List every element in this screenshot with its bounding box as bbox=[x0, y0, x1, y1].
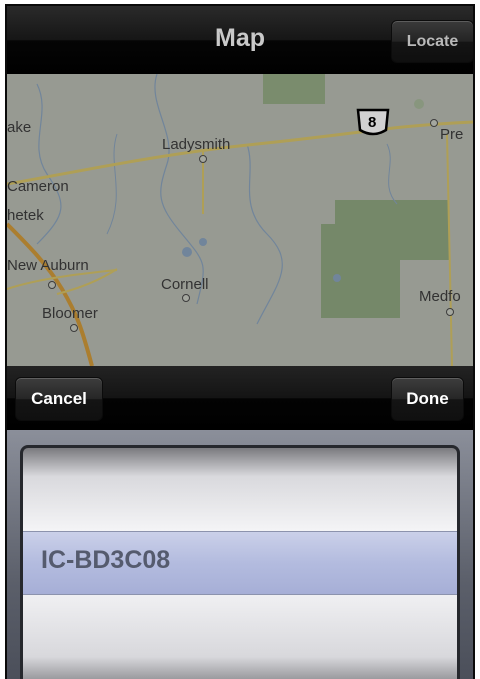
map-view[interactable]: 8 ake Ladysmith Cameron hetek New Auburn… bbox=[7, 74, 473, 366]
map-background bbox=[7, 74, 473, 366]
map-label-ake: ake bbox=[7, 119, 32, 136]
town-marker-prentice bbox=[430, 119, 438, 127]
picker-panel: IC-BD3C08 bbox=[7, 430, 473, 679]
locate-button[interactable]: Locate bbox=[391, 20, 473, 63]
map-label-medford: Medfo bbox=[419, 288, 461, 305]
map-label-ladysmith: Ladysmith bbox=[162, 136, 231, 153]
map-label-cornell: Cornell bbox=[161, 276, 209, 293]
map-label-prentice: Pre bbox=[440, 126, 464, 143]
town-marker-cornell bbox=[182, 294, 190, 302]
town-marker-bloomer bbox=[70, 324, 78, 332]
map-label-cameron: Cameron bbox=[7, 178, 69, 195]
map-label-new-auburn: New Auburn bbox=[7, 257, 89, 274]
picker-toolbar: Cancel Done bbox=[7, 366, 473, 430]
app-frame: Map Locate 8 ake Ladysmith Cameron hetek… bbox=[5, 4, 475, 679]
highway-number: 8 bbox=[368, 114, 377, 131]
picker-wheel[interactable]: IC-BD3C08 bbox=[20, 445, 460, 679]
done-button[interactable]: Done bbox=[391, 377, 464, 421]
town-marker-ladysmith bbox=[199, 155, 207, 163]
cancel-button[interactable]: Cancel bbox=[15, 377, 103, 421]
map-label-chetek: hetek bbox=[7, 207, 44, 224]
navigation-bar: Map Locate bbox=[7, 6, 473, 74]
town-marker-medford bbox=[446, 308, 454, 316]
park-area bbox=[263, 74, 325, 104]
picker-selected-item[interactable]: IC-BD3C08 bbox=[41, 546, 170, 575]
town-marker-new-auburn bbox=[48, 281, 56, 289]
map-label-bloomer: Bloomer bbox=[42, 305, 98, 322]
